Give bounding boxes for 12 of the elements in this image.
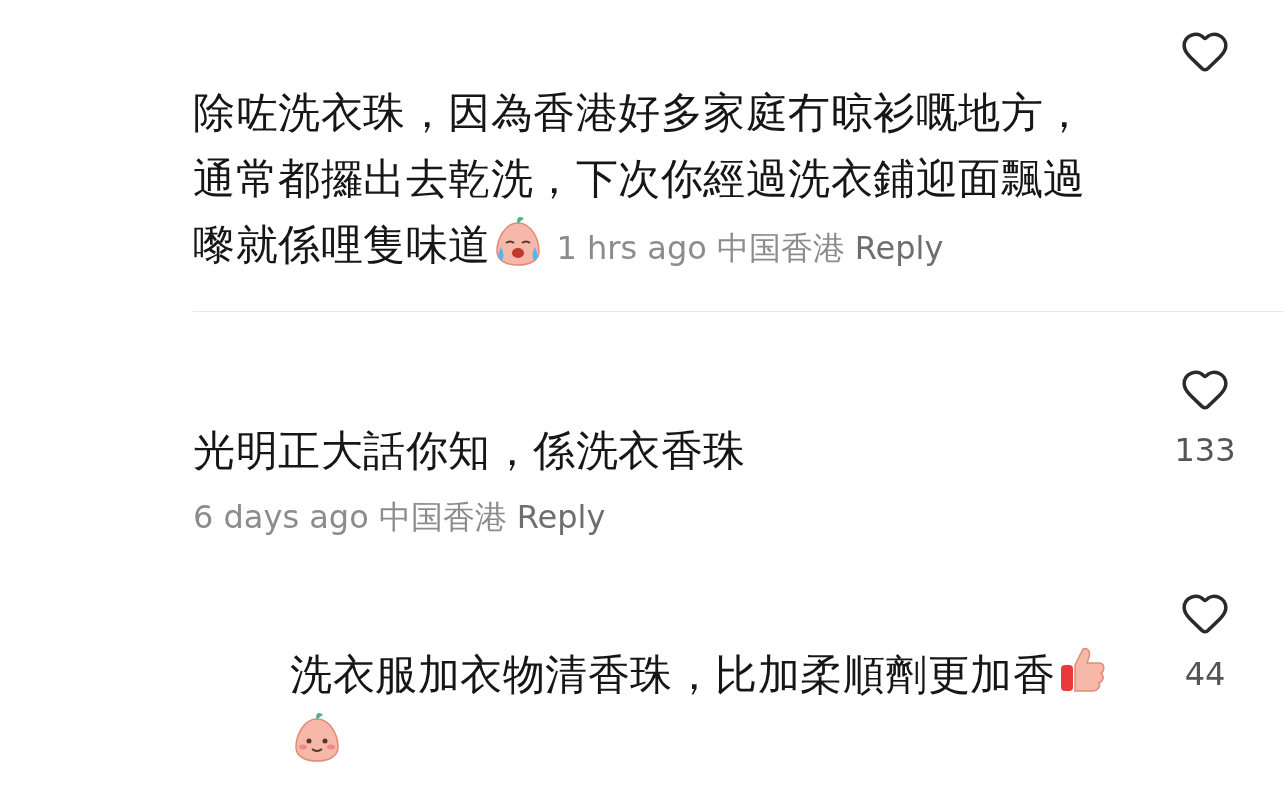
like-count: 44 xyxy=(1184,654,1226,694)
location-text: 中国香港 xyxy=(716,229,845,267)
comment-text: 除咗洗衣珠，因為香港好多家庭冇晾衫嘅地方，通常都攞出去乾洗，下次你經過洗衣鋪迎面飄過 xyxy=(193,87,1087,205)
comment-text: 嚟就係哩隻味道 xyxy=(193,220,491,269)
time-text: 1 hrs ago xyxy=(556,229,707,267)
like-count: 133 xyxy=(1174,430,1236,470)
reply-link[interactable]: Reply xyxy=(516,498,606,536)
reply-link[interactable]: Reply xyxy=(854,229,944,267)
comment-text: 洗衣服加衣物清香珠，比加柔順劑更加香 xyxy=(290,650,1055,699)
time-text: 6 days ago xyxy=(193,498,369,536)
comment-text: 光明正大話你知，係洗衣香珠 xyxy=(193,426,746,475)
location-text: 中国香港 xyxy=(378,498,507,536)
